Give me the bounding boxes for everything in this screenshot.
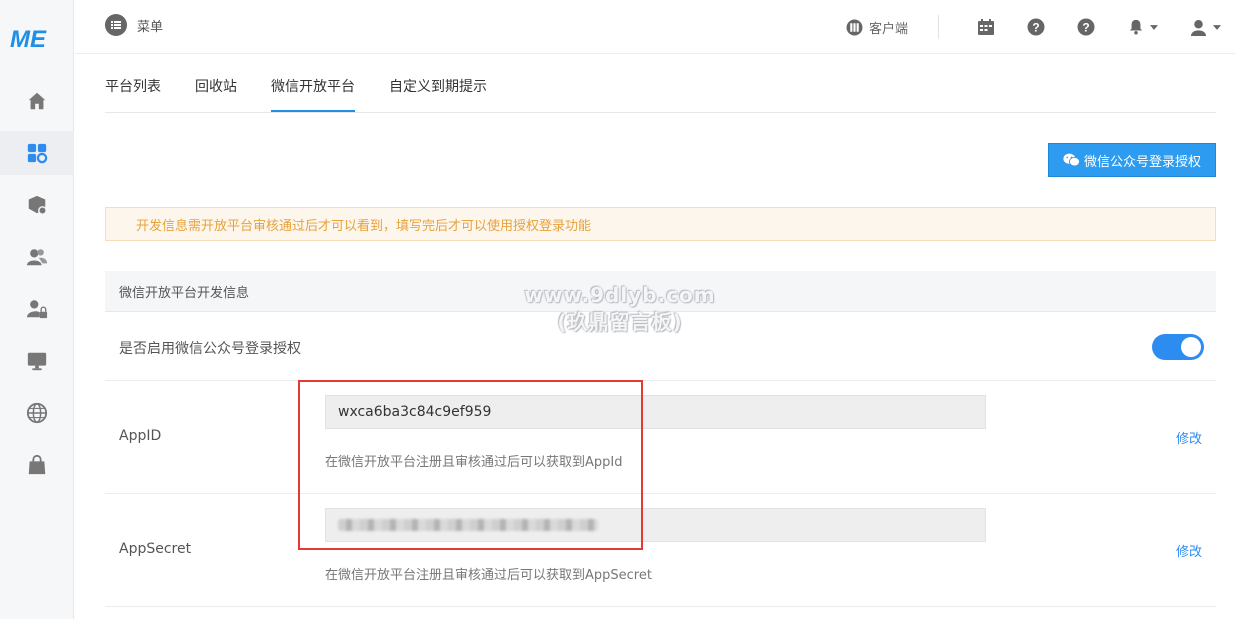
- client-icon: [846, 19, 863, 35]
- appid-label: AppID: [119, 428, 162, 444]
- tab-recycle-bin[interactable]: 回收站: [195, 76, 237, 112]
- tab-custom-expiry[interactable]: 自定义到期提示: [389, 76, 487, 112]
- appid-value: wxca6ba3c84c9ef959: [338, 404, 492, 420]
- appsecret-edit-link[interactable]: 修改: [1176, 541, 1202, 560]
- appsecret-hint: 在微信开放平台注册且审核通过后可以获取到AppSecret: [325, 568, 652, 583]
- client-button[interactable]: 客户端: [846, 15, 939, 39]
- help-button[interactable]: ?: [1011, 12, 1061, 42]
- home-icon: [28, 92, 46, 110]
- menu-label: 菜单: [137, 19, 164, 35]
- enable-row: 是否启用微信公众号登录授权: [105, 312, 1216, 381]
- sidebar-item-globe[interactable]: [0, 391, 74, 435]
- app-logo[interactable]: ME: [10, 24, 60, 53]
- sidebar-item-packages[interactable]: [0, 183, 74, 227]
- toggle-knob: [1181, 337, 1201, 357]
- sidebar-item-apps[interactable]: [0, 131, 74, 175]
- appid-hint: 在微信开放平台注册且审核通过后可以获取到AppId: [325, 455, 623, 470]
- help-icon: ?: [1027, 18, 1045, 36]
- client-label: 客户端: [868, 21, 908, 37]
- sidebar-item-users[interactable]: [0, 235, 74, 279]
- svg-text:?: ?: [1032, 21, 1039, 35]
- help-button-2[interactable]: ?: [1061, 12, 1111, 42]
- list-icon: [105, 14, 127, 36]
- appid-row: AppID wxca6ba3c84c9ef959 在微信开放平台注册且审核通过后…: [105, 381, 1216, 494]
- user-icon: [1190, 19, 1206, 36]
- chevron-down-icon: [1212, 24, 1221, 30]
- tab-platform-list[interactable]: 平台列表: [105, 76, 161, 112]
- package-icon: [28, 195, 47, 215]
- main-content: 平台列表 回收站 微信开放平台 自定义到期提示 微信公众号登录授权 开发信息需开…: [105, 54, 1216, 607]
- info-alert: 开发信息需开放平台审核通过后才可以看到，填写完后才可以使用授权登录功能: [105, 207, 1216, 241]
- monitor-icon: [27, 352, 47, 371]
- apps-icon: [27, 143, 48, 164]
- sidebar-item-shop[interactable]: [0, 443, 74, 487]
- calendar-button[interactable]: [961, 12, 1011, 42]
- users-icon: [26, 249, 48, 266]
- appsecret-label: AppSecret: [119, 541, 192, 557]
- notifications-button[interactable]: [1111, 12, 1175, 42]
- wechat-auth-label: 微信公众号登录授权: [1083, 154, 1201, 170]
- bell-icon: [1129, 19, 1143, 35]
- user-lock-icon: [26, 300, 48, 319]
- menu-button[interactable]: 菜单: [105, 14, 163, 36]
- appsecret-blurred-value: [338, 519, 598, 531]
- section-header: 微信开放平台开发信息: [105, 271, 1216, 312]
- user-menu-button[interactable]: [1175, 12, 1235, 42]
- sidebar: ME: [0, 0, 74, 619]
- svg-text:ME: ME: [10, 26, 47, 52]
- wechat-auth-button[interactable]: 微信公众号登录授权: [1048, 143, 1216, 177]
- alert-text: 开发信息需开放平台审核通过后才可以看到，填写完后才可以使用授权登录功能: [136, 218, 592, 234]
- sidebar-item-monitor[interactable]: [0, 339, 74, 383]
- question-icon: ?: [1077, 18, 1095, 36]
- svg-text:?: ?: [1082, 21, 1089, 35]
- appid-edit-link[interactable]: 修改: [1176, 428, 1202, 447]
- appsecret-field[interactable]: [325, 508, 986, 542]
- section-title: 微信开放平台开发信息: [119, 285, 250, 301]
- shopping-bag-icon: [28, 454, 46, 475]
- calendar-icon: [978, 19, 994, 35]
- wechat-icon: [1063, 153, 1080, 167]
- appsecret-row: AppSecret 在微信开放平台注册且审核通过后可以获取到AppSecret …: [105, 494, 1216, 607]
- enable-label: 是否启用微信公众号登录授权: [119, 341, 301, 357]
- sidebar-item-home[interactable]: [0, 79, 74, 123]
- tab-bar: 平台列表 回收站 微信开放平台 自定义到期提示: [105, 54, 1216, 113]
- top-bar: 菜单 客户端 ? ?: [75, 0, 1235, 54]
- globe-icon: [26, 402, 48, 424]
- sidebar-item-permissions[interactable]: [0, 287, 74, 331]
- appid-field[interactable]: wxca6ba3c84c9ef959: [325, 395, 986, 429]
- tab-wechat-open-platform[interactable]: 微信开放平台: [271, 76, 355, 112]
- enable-toggle[interactable]: [1152, 334, 1204, 360]
- chevron-down-icon: [1150, 24, 1158, 30]
